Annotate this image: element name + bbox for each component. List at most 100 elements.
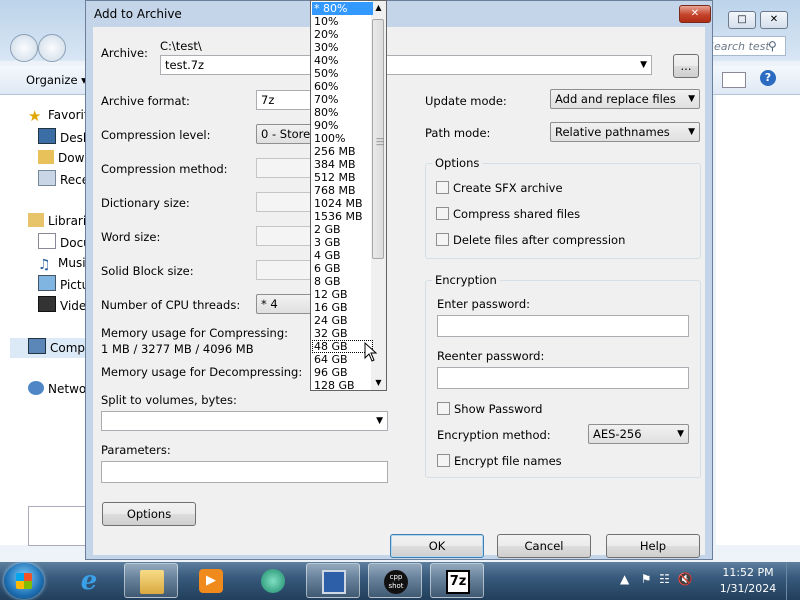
dropdown-item[interactable]: 10%	[312, 15, 373, 28]
dropdown-item[interactable]: 32 GB	[312, 327, 373, 340]
7zip-icon: 7z	[446, 570, 470, 594]
dropdown-item[interactable]: 1536 MB	[312, 210, 373, 223]
scroll-thumb[interactable]: — — —	[372, 19, 384, 259]
compression-method-combo[interactable]	[256, 158, 316, 178]
archive-path-combo[interactable]: test.7z ▼	[160, 55, 652, 75]
dropdown-item[interactable]: 16 GB	[312, 301, 373, 314]
dropdown-item[interactable]: 2 GB	[312, 223, 373, 236]
taskbar-media-player[interactable]: ▶	[184, 563, 238, 598]
show-desktop-button[interactable]	[786, 562, 800, 600]
back-button[interactable]	[10, 34, 38, 62]
dropdown-item[interactable]: 70%	[312, 93, 373, 106]
dropdown-item[interactable]: 384 MB	[312, 158, 373, 171]
dropdown-item[interactable]: 12 GB	[312, 288, 373, 301]
split-volumes-label: Split to volumes, bytes:	[101, 393, 237, 407]
dropdown-item[interactable]: 128 GB	[312, 379, 373, 390]
dropdown-item[interactable]: 256 MB	[312, 145, 373, 158]
dropdown-item[interactable]: 6 GB	[312, 262, 373, 275]
ok-button[interactable]: OK	[390, 534, 484, 558]
explorer-close-button[interactable]: ✕	[760, 11, 788, 29]
archive-directory: C:\test\	[160, 39, 202, 53]
close-button[interactable]: ✕	[679, 5, 711, 23]
options-group-title: Options	[432, 156, 483, 170]
dropdown-item[interactable]: 60%	[312, 80, 373, 93]
dialog-titlebar[interactable]: Add to Archive	[86, 1, 712, 27]
dropdown-item[interactable]: 1024 MB	[312, 197, 373, 210]
clock-date: 1/31/2024	[719, 582, 777, 595]
dropdown-item[interactable]: 8 GB	[312, 275, 373, 288]
enter-password-input[interactable]	[437, 315, 689, 337]
options-button[interactable]: Options	[102, 502, 196, 526]
reenter-password-input[interactable]	[437, 367, 689, 389]
flag-icon[interactable]: ⚑	[641, 572, 652, 586]
split-volumes-combo[interactable]: ▼	[101, 411, 388, 431]
delete-after-checkbox[interactable]: Delete files after compression	[436, 233, 625, 247]
dropdown-item[interactable]: 768 MB	[312, 184, 373, 197]
clock[interactable]: 11:52 PM 1/31/2024	[716, 565, 780, 597]
dropdown-item[interactable]: 30%	[312, 41, 373, 54]
taskbar-green-app[interactable]	[246, 563, 300, 598]
dictionary-size-label: Dictionary size:	[101, 196, 190, 210]
update-mode-combo[interactable]: Add and replace files ▼	[550, 89, 700, 109]
scroll-up-icon[interactable]: ▲	[371, 1, 386, 15]
dropdown-item[interactable]: 50%	[312, 67, 373, 80]
taskbar-cpp-shot[interactable]: cpp shot	[368, 563, 422, 598]
parameters-input[interactable]	[101, 461, 388, 483]
dropdown-item[interactable]: 4 GB	[312, 249, 373, 262]
library-icon	[28, 213, 44, 227]
network-tray-icon[interactable]: ☷	[659, 572, 670, 586]
dropdown-item[interactable]: 20%	[312, 28, 373, 41]
dropdown-item[interactable]: 24 GB	[312, 314, 373, 327]
dropdown-item[interactable]: * 80%	[312, 2, 373, 15]
dictionary-size-combo[interactable]	[256, 192, 316, 212]
forward-button[interactable]	[38, 34, 66, 62]
dropdown-item[interactable]: 3 GB	[312, 236, 373, 249]
view-options-button[interactable]	[722, 72, 746, 88]
star-icon: ★	[28, 107, 42, 125]
start-button[interactable]	[4, 563, 44, 599]
dropdown-item[interactable]: 90%	[312, 119, 373, 132]
organize-menu[interactable]: Organize ▾	[26, 73, 87, 87]
encryption-method-combo[interactable]: AES-256 ▼	[588, 424, 689, 444]
maximize-button[interactable]: □	[728, 11, 756, 29]
downloads-icon	[38, 150, 54, 164]
dropdown-item[interactable]: 80%	[312, 106, 373, 119]
word-size-combo[interactable]	[256, 226, 316, 246]
taskbar-windows-explorer[interactable]	[124, 563, 178, 598]
cpu-threads-combo[interactable]: * 4	[256, 294, 316, 314]
compress-shared-checkbox[interactable]: Compress shared files	[436, 207, 580, 221]
dropdown-scrollbar[interactable]: ▲ — — — ▼	[371, 1, 386, 390]
videos-icon	[38, 296, 56, 312]
compression-method-label: Compression method:	[101, 162, 228, 176]
cancel-button[interactable]: Cancel	[497, 534, 591, 558]
volume-muted-icon[interactable]: 🔇	[678, 572, 693, 586]
help-button[interactable]: Help	[606, 534, 700, 558]
solid-block-size-combo[interactable]	[256, 260, 316, 280]
dialog-client: Archive: C:\test\ test.7z ▼ ... Archive …	[93, 27, 705, 558]
taskbar-7zip[interactable]: 7z	[430, 563, 484, 598]
scroll-down-icon[interactable]: ▼	[371, 376, 386, 390]
folder-icon	[140, 570, 164, 594]
encrypt-names-checkbox[interactable]: Encrypt file names	[437, 454, 562, 468]
music-icon: ♫	[38, 257, 51, 273]
path-mode-combo[interactable]: Relative pathnames ▼	[550, 122, 700, 142]
dropdown-item[interactable]: 100%	[312, 132, 373, 145]
solid-block-size-label: Solid Block size:	[101, 264, 194, 278]
help-icon[interactable]: ?	[760, 70, 776, 86]
create-sfx-checkbox[interactable]: Create SFX archive	[436, 181, 563, 195]
taskbar-remote-desktop[interactable]	[306, 563, 360, 598]
browse-button[interactable]: ...	[673, 54, 699, 78]
cpp-shot-icon: cpp shot	[384, 570, 408, 594]
memory-dropdown-list[interactable]: ▲ — — — ▼ * 80% 10% 20% 30% 40% 50% 60% 70% 80% 90%…	[310, 0, 387, 391]
show-hidden-icons[interactable]: ▲	[620, 572, 629, 586]
dropdown-item[interactable]: 40%	[312, 54, 373, 67]
search-icon[interactable]: ⚲	[768, 39, 777, 53]
dropdown-item[interactable]: 96 GB	[312, 366, 373, 379]
dropdown-item[interactable]: 512 MB	[312, 171, 373, 184]
chevron-down-icon: ▼	[640, 60, 647, 70]
show-password-checkbox[interactable]: Show Password	[437, 402, 542, 416]
archive-format-combo[interactable]: 7z	[256, 90, 316, 110]
taskbar-internet-explorer[interactable]: e	[62, 563, 116, 598]
compression-level-combo[interactable]: 0 - Store	[256, 124, 316, 144]
close-icon: ✕	[690, 8, 700, 19]
